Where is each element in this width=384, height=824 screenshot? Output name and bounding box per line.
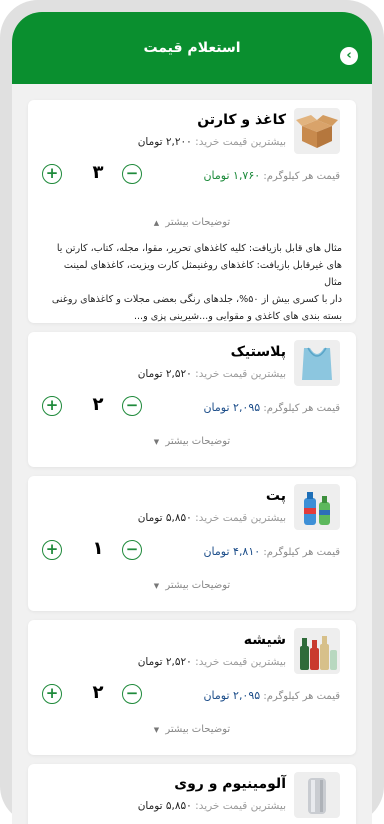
list-item: پلاستیک بیشترین قیمت خرید: ۲,۵۲۰ تومان ق… <box>28 332 356 467</box>
max-purchase-price: بیشترین قیمت خرید: ۲,۲۰۰ تومان <box>138 136 286 148</box>
item-title: پلاستیک <box>230 344 286 360</box>
quantity-stepper: + ۱ − <box>42 538 162 562</box>
decrement-button[interactable]: − <box>122 540 142 560</box>
max-price-label: بیشترین قیمت خرید: <box>195 368 286 380</box>
app-header: استعلام قیمت ‹ <box>12 12 372 84</box>
more-details-toggle[interactable]: توضیحات بیشتر ▼ <box>28 724 356 735</box>
item-description: مثال های قابل بازیافت: کلیه کاغذهای تحری… <box>42 240 342 325</box>
quantity-stepper: + ۲ − <box>42 682 162 706</box>
decrement-button[interactable]: − <box>122 684 142 704</box>
more-details-toggle[interactable]: توضیحات بیشتر ▲ <box>28 217 356 228</box>
max-price-label: بیشترین قیمت خرید: <box>195 656 286 668</box>
cardboard-box-icon <box>294 108 340 154</box>
max-price-value: ۲,۵۲۰ تومان <box>137 368 192 380</box>
price-per-kg: قیمت هر کیلوگرم: ۲,۰۹۵ تومان <box>203 401 340 414</box>
max-price-value: ۵,۸۵۰ تومان <box>137 800 192 812</box>
kg-price-label: قیمت هر کیلوگرم: <box>263 171 340 182</box>
max-price-label: بیشترین قیمت خرید: <box>195 136 286 148</box>
quantity-value: ۱ <box>92 538 104 559</box>
plastic-bag-icon <box>294 340 340 386</box>
description-line: مثال <box>324 277 342 288</box>
aluminum-foil-icon <box>294 772 340 818</box>
max-price-label: بیشترین قیمت خرید: <box>195 512 286 524</box>
more-details-label: توضیحات بیشتر <box>165 217 231 228</box>
kg-price-value: ۲,۰۹۵ تومان <box>203 689 261 702</box>
app-screen: استعلام قیمت ‹ کاغذ و کارتن بیشترین قیمت… <box>12 12 372 824</box>
item-title: کاغذ و کارتن <box>197 112 286 128</box>
caret-up-icon: ▲ <box>153 219 160 227</box>
kg-price-label: قیمت هر کیلوگرم: <box>263 403 340 414</box>
list-item: کاغذ و کارتن بیشترین قیمت خرید: ۲,۲۰۰ تو… <box>28 100 356 323</box>
caret-down-icon: ▼ <box>153 582 160 590</box>
price-per-kg: قیمت هر کیلوگرم: ۲,۰۹۵ تومان <box>203 689 340 702</box>
kg-price-label: قیمت هر کیلوگرم: <box>263 547 340 558</box>
max-price-value: ۲,۵۲۰ تومان <box>137 656 192 668</box>
list-item: شیشه بیشترین قیمت خرید: ۲,۵۲۰ تومان قیمت… <box>28 620 356 755</box>
description-line: دار با کسری بیش از ۵۰%، جلدهای رنگی بعضی… <box>51 294 342 305</box>
increment-button[interactable]: + <box>42 684 62 704</box>
more-details-toggle[interactable]: توضیحات بیشتر ▼ <box>28 580 356 591</box>
increment-button[interactable]: + <box>42 540 62 560</box>
kg-price-label: قیمت هر کیلوگرم: <box>263 691 340 702</box>
price-per-kg: قیمت هر کیلوگرم: ۱,۷۶۰ تومان <box>203 169 340 182</box>
caret-down-icon: ▼ <box>153 726 160 734</box>
chevron-left-icon[interactable]: ‹ <box>340 47 358 65</box>
quantity-value: ۲ <box>92 682 104 703</box>
description-line: بسته بندی های کاغذی و مقوایی و...شیرینی … <box>133 311 342 322</box>
item-title: پت <box>265 488 286 504</box>
item-title: شیشه <box>243 632 286 648</box>
description-line: های غیرقابل بازیافت: کاغذهای روغنیمثل کا… <box>63 260 342 271</box>
kg-price-value: ۴,۸۱۰ تومان <box>203 545 261 558</box>
description-line: مثال های قابل بازیافت: کلیه کاغذهای تحری… <box>56 243 342 254</box>
increment-button[interactable]: + <box>42 164 62 184</box>
more-details-label: توضیحات بیشتر <box>165 436 231 447</box>
list-item: آلومینیوم و روی بیشترین قیمت خرید: ۵,۸۵۰… <box>28 764 356 824</box>
increment-button[interactable]: + <box>42 396 62 416</box>
kg-price-value: ۲,۰۹۵ تومان <box>203 401 261 414</box>
caret-down-icon: ▼ <box>153 438 160 446</box>
quantity-stepper: + ۳ − <box>42 162 162 186</box>
max-purchase-price: بیشترین قیمت خرید: ۲,۵۲۰ تومان <box>138 656 286 668</box>
max-purchase-price: بیشترین قیمت خرید: ۲,۵۲۰ تومان <box>138 368 286 380</box>
page-title: استعلام قیمت <box>143 40 241 56</box>
max-price-value: ۵,۸۵۰ تومان <box>137 512 192 524</box>
price-per-kg: قیمت هر کیلوگرم: ۴,۸۱۰ تومان <box>203 545 340 558</box>
more-details-toggle[interactable]: توضیحات بیشتر ▼ <box>28 436 356 447</box>
max-purchase-price: بیشترین قیمت خرید: ۵,۸۵۰ تومان <box>138 800 286 812</box>
more-details-label: توضیحات بیشتر <box>165 724 231 735</box>
item-title: آلومینیوم و روی <box>174 776 286 792</box>
max-price-value: ۲,۲۰۰ تومان <box>137 136 192 148</box>
kg-price-value: ۱,۷۶۰ تومان <box>203 169 261 182</box>
more-details-label: توضیحات بیشتر <box>165 580 231 591</box>
decrement-button[interactable]: − <box>122 164 142 184</box>
glass-bottles-icon <box>294 628 340 674</box>
quantity-stepper: + ۲ − <box>42 394 162 418</box>
max-price-label: بیشترین قیمت خرید: <box>195 800 286 812</box>
pet-bottles-icon <box>294 484 340 530</box>
list-item: پت بیشترین قیمت خرید: ۵,۸۵۰ تومان قیمت ه… <box>28 476 356 611</box>
quantity-value: ۲ <box>92 394 104 415</box>
decrement-button[interactable]: − <box>122 396 142 416</box>
quantity-value: ۳ <box>92 162 104 183</box>
max-purchase-price: بیشترین قیمت خرید: ۵,۸۵۰ تومان <box>138 512 286 524</box>
